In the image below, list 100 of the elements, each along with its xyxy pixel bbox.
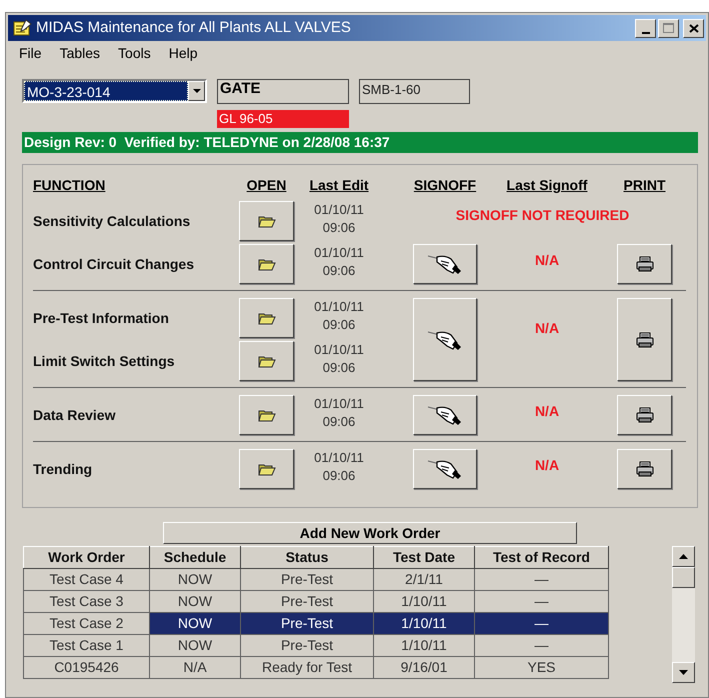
- open-button[interactable]: [239, 449, 294, 489]
- table-cell: 9/16/01: [374, 656, 474, 678]
- table-cell: Test Case 3: [24, 590, 150, 612]
- hand-pen-icon: [427, 458, 463, 480]
- print-button[interactable]: [617, 395, 672, 435]
- table-cell: C0195426: [24, 656, 150, 678]
- table-cell: Test Case 4: [24, 568, 150, 590]
- table-cell: —: [474, 590, 608, 612]
- last-edit-time: 09:06: [322, 219, 356, 237]
- menu-item[interactable]: File: [19, 42, 42, 64]
- table-cell: NOW: [150, 612, 240, 634]
- folder-icon: [258, 214, 276, 228]
- open-button[interactable]: [239, 244, 294, 284]
- column-header[interactable]: Test of Record: [474, 546, 608, 568]
- add-work-order-button[interactable]: Add New Work Order: [163, 522, 577, 544]
- scroll-thumb[interactable]: [672, 567, 695, 588]
- last-edit-time: 09:06: [322, 467, 356, 485]
- function-label: Limit Switch Settings: [33, 352, 176, 371]
- up-arrow-icon: [679, 554, 688, 559]
- menu-item[interactable]: Tools: [118, 42, 151, 64]
- print-button[interactable]: [617, 244, 672, 284]
- table-cell: Pre-Test: [240, 634, 374, 656]
- table-cell: —: [474, 634, 608, 656]
- hand-pen-icon: [427, 328, 463, 350]
- column-header[interactable]: Test Date: [374, 546, 474, 568]
- last-edit-date: 01/10/11: [314, 449, 364, 467]
- hand-pen-icon: [427, 404, 463, 426]
- last-edit-time: 09:06: [322, 413, 356, 431]
- column-header[interactable]: Schedule: [150, 546, 240, 568]
- table-cell: NOW: [150, 634, 240, 656]
- maximize-icon: [663, 23, 674, 33]
- notepad-icon: [12, 19, 32, 37]
- close-icon: [688, 24, 698, 32]
- printer-icon: [636, 461, 654, 477]
- maximize-button[interactable]: [658, 18, 679, 38]
- table-cell: Pre-Test: [240, 590, 374, 612]
- window-title: MIDAS Maintenance for All Plants ALL VALVES: [36, 18, 351, 38]
- last-edit-time: 09:06: [322, 359, 356, 377]
- last-edit-date: 01/10/11: [314, 395, 364, 413]
- open-button[interactable]: [239, 341, 294, 381]
- folder-icon: [258, 408, 276, 422]
- open-button[interactable]: [239, 298, 294, 338]
- function-label: Trending: [33, 460, 94, 479]
- signoff-button[interactable]: [413, 298, 477, 381]
- table-cell: Pre-Test: [240, 612, 374, 634]
- printer-icon: [636, 256, 654, 272]
- last-signoff-value: N/A: [534, 251, 560, 270]
- signoff-button[interactable]: [413, 395, 477, 435]
- table-cell: 2/1/11: [374, 568, 474, 590]
- last-edit-date: 01/10/11: [314, 298, 364, 316]
- last-edit-date: 01/10/11: [314, 201, 364, 219]
- column-header: Last Edit: [309, 176, 369, 195]
- minimize-button[interactable]: [635, 18, 656, 38]
- scrollbar[interactable]: [672, 546, 695, 683]
- folder-icon: [258, 257, 276, 271]
- open-button[interactable]: [239, 201, 294, 241]
- signoff-button[interactable]: [413, 244, 477, 284]
- table-cell: Pre-Test: [240, 568, 374, 590]
- column-header: SIGNOFF: [414, 176, 476, 195]
- table-cell: YES: [474, 656, 608, 678]
- last-edit-time: 09:06: [322, 262, 356, 280]
- last-edit-date: 01/10/11: [314, 244, 364, 262]
- signoff-button[interactable]: [413, 449, 477, 489]
- column-header[interactable]: Status: [240, 546, 374, 568]
- table-cell: N/A: [150, 656, 240, 678]
- minimize-icon: [642, 32, 650, 34]
- column-header: Last Signoff: [506, 176, 588, 195]
- table-cell: Test Case 2: [24, 612, 150, 634]
- last-signoff-value: N/A: [534, 319, 560, 338]
- table-cell: 1/10/11: [374, 634, 474, 656]
- hand-pen-icon: [427, 253, 463, 275]
- scroll-down-button[interactable]: [672, 662, 695, 683]
- table-cell: Ready for Test: [240, 656, 374, 678]
- table-cell: NOW: [150, 568, 240, 590]
- function-label: Sensitivity Calculations: [33, 212, 192, 231]
- table-cell: 1/10/11: [374, 612, 474, 634]
- close-button[interactable]: [683, 18, 704, 38]
- folder-icon: [258, 462, 276, 476]
- print-button[interactable]: [617, 298, 672, 381]
- open-button[interactable]: [239, 395, 294, 435]
- menu-item[interactable]: Tables: [60, 42, 100, 64]
- table-cell: Test Case 1: [24, 634, 150, 656]
- signoff-note: SIGNOFF NOT REQUIRED: [456, 206, 630, 225]
- function-label: Pre-Test Information: [33, 308, 170, 328]
- print-button[interactable]: [617, 449, 672, 489]
- column-header: OPEN: [246, 176, 286, 195]
- menu-item[interactable]: Help: [168, 42, 198, 64]
- last-signoff-value: N/A: [534, 402, 560, 421]
- folder-icon: [258, 311, 276, 325]
- last-edit-date: 01/10/11: [314, 341, 364, 359]
- column-header[interactable]: Work Order: [24, 546, 150, 568]
- scroll-up-button[interactable]: [672, 546, 695, 567]
- column-header: PRINT: [624, 176, 666, 195]
- table-cell: 1/10/11: [374, 590, 474, 612]
- column-header: FUNCTION: [33, 176, 106, 195]
- table-cell: —: [474, 568, 608, 590]
- alert-tag: GL 96-05: [217, 110, 349, 128]
- valve-dropdown[interactable]: MO-3-23-014: [22, 79, 207, 103]
- printer-icon: [636, 407, 654, 423]
- down-arrow-icon: [679, 670, 688, 675]
